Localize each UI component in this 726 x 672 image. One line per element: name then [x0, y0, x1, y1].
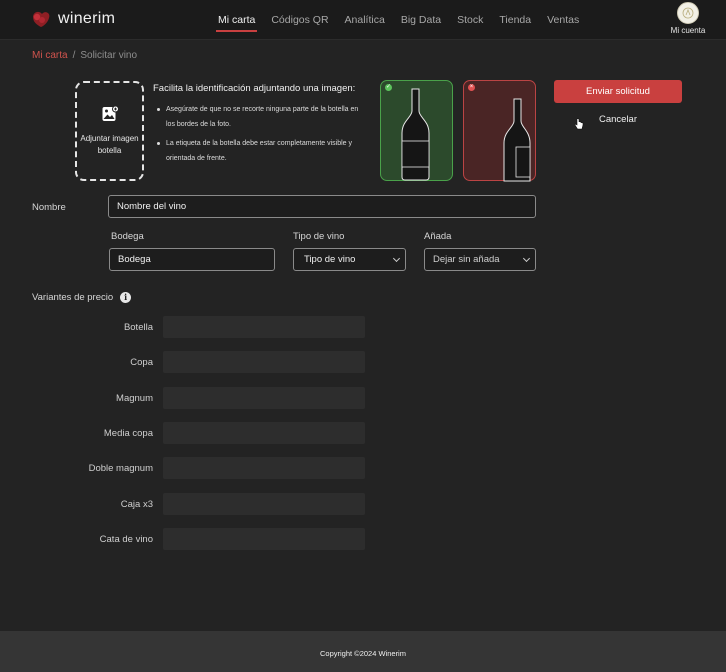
tips-list: Asegúrate de que no se recorte ninguna p… [153, 102, 368, 166]
price-row-cata-de-vino: Cata de vino [32, 528, 372, 550]
bodega-label: Bodega [111, 231, 144, 242]
tip-item: La etiqueta de la botella debe estar com… [157, 136, 368, 166]
price-label: Media copa [103, 428, 153, 439]
top-navbar: winerim Mi carta Códigos QR Analítica Bi… [0, 0, 726, 40]
price-row-caja-x3: Caja x3 [32, 493, 372, 515]
good-photo-example: ✓ [380, 80, 453, 181]
brand-logo[interactable]: winerim [30, 8, 115, 30]
info-icon[interactable]: i [120, 292, 132, 303]
vintage-label: Añada [424, 231, 452, 242]
submit-request-button[interactable]: Enviar solicitud [554, 80, 682, 103]
bottle-full-icon [401, 88, 430, 181]
nav-item-stock[interactable]: Stock [449, 0, 491, 40]
bad-photo-example: × [463, 80, 536, 182]
price-input-botella[interactable] [163, 316, 365, 338]
wine-name-input[interactable]: Nombre del vino [108, 195, 536, 218]
price-row-magnum: Magnum [32, 387, 372, 409]
price-row-media-copa: Media copa [32, 422, 372, 444]
price-variants-label: Variantes de precio [32, 292, 114, 303]
price-row-copa: Copa [32, 351, 372, 373]
price-label: Botella [123, 322, 153, 333]
bottle-cropped-icon [503, 98, 531, 182]
brand-name: winerim [58, 10, 116, 27]
account-menu[interactable]: Mi cuenta [670, 2, 706, 35]
price-label: Copa [130, 357, 153, 368]
upload-image-dropzone[interactable]: Adjuntar imagen botella [75, 81, 144, 181]
price-input-copa[interactable] [163, 351, 365, 373]
price-variants-title: Variantes de precio i [32, 292, 132, 303]
nav-item-analitica[interactable]: Analítica [337, 0, 393, 40]
price-input-cata-de-vino[interactable] [163, 528, 365, 550]
account-label[interactable]: Mi cuenta [670, 26, 706, 35]
nav-item-ventas[interactable]: Ventas [539, 0, 587, 40]
price-input-caja-x3[interactable] [163, 493, 365, 515]
nav-item-mi-carta[interactable]: Mi carta [210, 0, 263, 40]
upload-label: Adjuntar imagen botella [80, 134, 139, 155]
name-label: Nombre [32, 202, 66, 213]
nav-item-tienda[interactable]: Tienda [491, 0, 539, 40]
winerim-logo-icon [33, 11, 50, 27]
price-label: Doble magnum [88, 463, 153, 474]
footer: Copyright ©2024 Winerim [0, 631, 726, 672]
price-input-doble-magnum[interactable] [163, 457, 365, 479]
price-label: Caja x3 [120, 499, 153, 510]
price-label: Cata de vino [99, 534, 153, 545]
price-input-magnum[interactable] [163, 387, 365, 409]
avatar[interactable] [677, 2, 699, 24]
nav-item-codigos-qr[interactable]: Códigos QR [263, 0, 336, 40]
user-avatar-icon [682, 7, 694, 19]
price-input-media-copa[interactable] [163, 422, 365, 444]
vintage-select[interactable]: Dejar sin añada [424, 248, 536, 271]
breadcrumb-separator: / [72, 50, 76, 61]
main-nav: Mi carta Códigos QR Analítica Big Data S… [210, 0, 587, 40]
wine-type-select[interactable]: Tipo de vino [293, 248, 406, 271]
breadcrumb-current: Solicitar vino [80, 50, 138, 61]
breadcrumb-mi-carta[interactable]: Mi carta [32, 50, 68, 61]
price-row-botella: Botella [32, 316, 372, 338]
image-add-icon [102, 105, 119, 121]
wine-type-label: Tipo de vino [293, 231, 345, 242]
price-row-doble-magnum: Doble magnum [32, 457, 372, 479]
mouse-pointer-icon [574, 118, 584, 130]
bodega-input[interactable]: Bodega [109, 248, 275, 271]
nav-item-big-data[interactable]: Big Data [393, 0, 449, 40]
copyright-text: Copyright ©2024 Winerim [320, 649, 406, 658]
tip-item: Asegúrate de que no se recorte ninguna p… [157, 102, 368, 132]
tips-title: Facilita la identificación adjuntando un… [153, 83, 356, 94]
breadcrumb: Mi carta / Solicitar vino [32, 50, 137, 61]
upload-tips: Facilita la identificación adjuntando un… [153, 83, 368, 170]
price-label: Magnum [116, 393, 153, 404]
